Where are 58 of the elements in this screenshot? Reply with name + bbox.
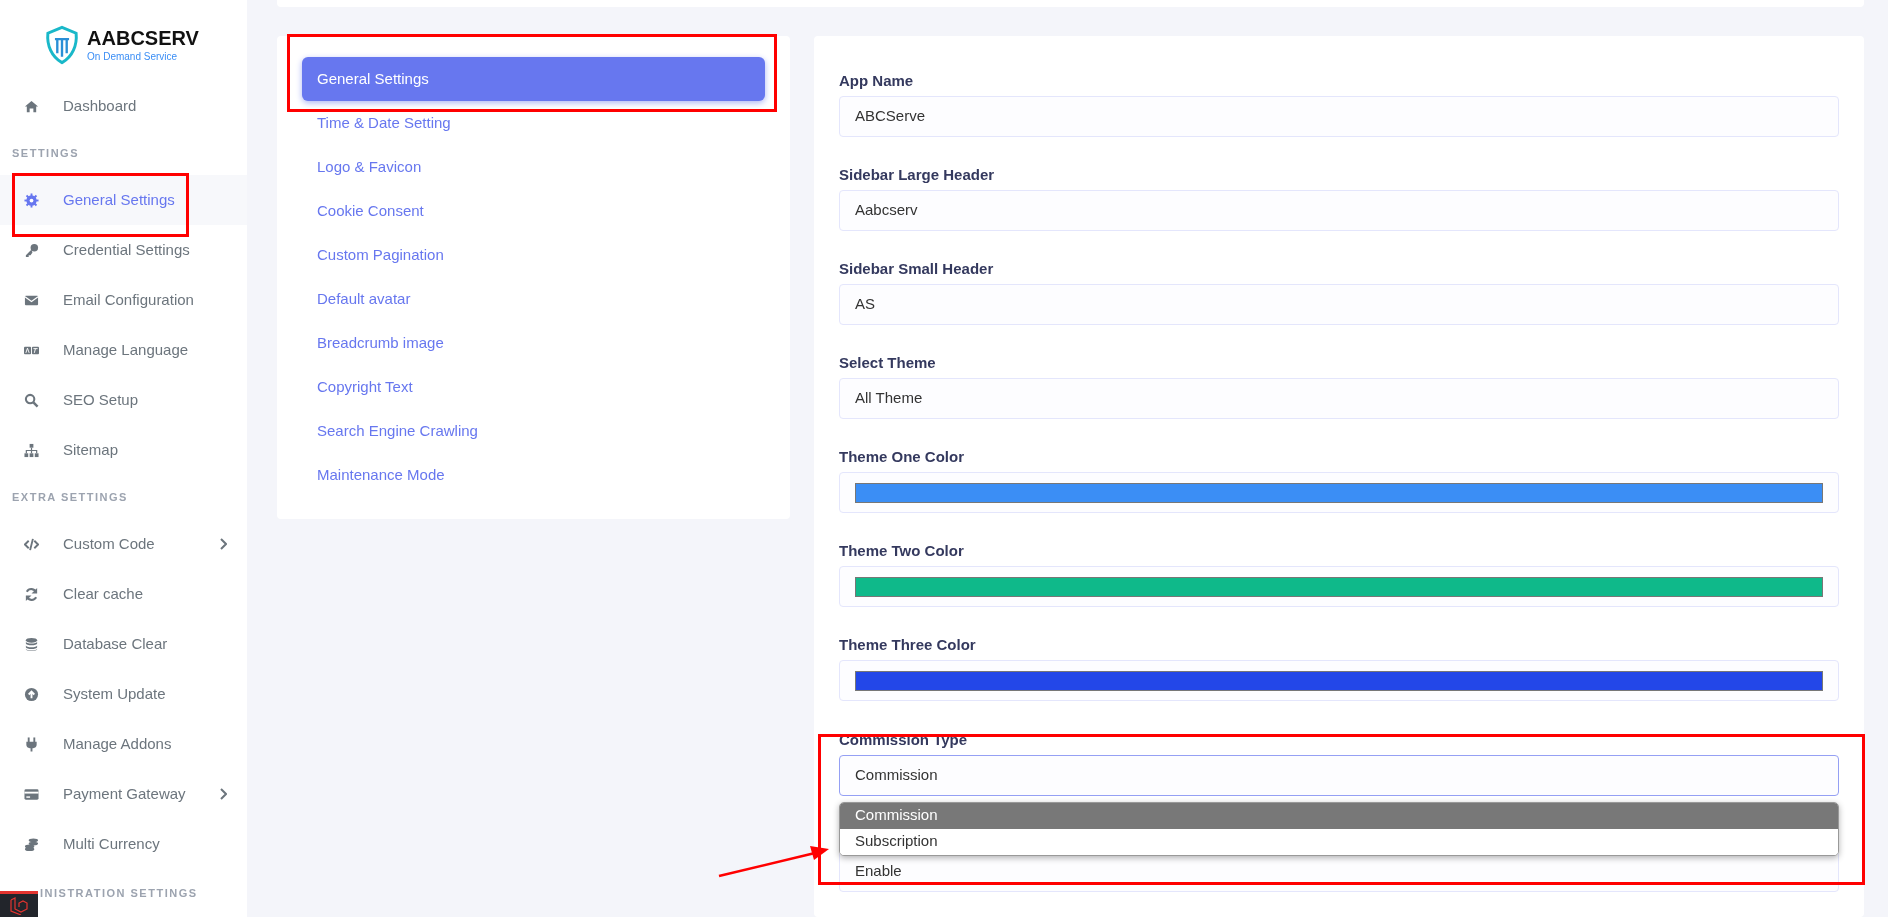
sidebar-item[interactable]: Multi Currency	[0, 819, 247, 869]
sidebar-item[interactable]: Email Configuration	[0, 275, 247, 325]
color-field[interactable]	[839, 566, 1839, 608]
settings-menu-item[interactable]: Default avatar	[302, 277, 765, 321]
sidebar-item[interactable]: SEO Setup	[0, 375, 247, 425]
settings-menu-item[interactable]: Cookie Consent	[302, 189, 765, 233]
coins-icon	[24, 836, 39, 852]
sidebar-item[interactable]: Manage Addons	[0, 719, 247, 769]
settings-menu-item[interactable]: Logo & Favicon	[302, 145, 765, 189]
code-icon	[24, 536, 39, 552]
sidebar-item[interactable]: Sitemap	[0, 425, 247, 475]
sidebar-item[interactable]: System Update	[0, 669, 247, 719]
input-field[interactable]: ABCServe	[839, 96, 1839, 137]
settings-menu-item[interactable]: Maintenance Mode	[302, 453, 765, 497]
field-label: Sidebar Large Header	[839, 165, 996, 185]
input-field[interactable]: Aabcserv	[839, 190, 1839, 232]
field-label: App Name	[839, 71, 915, 90]
sidebar-item[interactable]: Clear cache	[0, 569, 247, 619]
sidebar-item[interactable]: Database Clear	[0, 619, 247, 669]
color-field[interactable]	[839, 660, 1839, 702]
plug-icon	[24, 736, 39, 752]
key-icon	[24, 242, 39, 258]
sidebar-item[interactable]: Credential Settings	[0, 225, 247, 275]
settings-menu-item[interactable]: Search Engine Crawling	[302, 409, 765, 453]
brand-tagline: On Demand Service	[87, 51, 179, 62]
sidebar-item[interactable]: Dashboard	[0, 81, 247, 131]
field-label: Select Theme	[839, 353, 937, 373]
dropdown-option[interactable]: Commission	[840, 802, 1838, 829]
color-field[interactable]	[839, 472, 1839, 514]
search-icon	[24, 392, 39, 408]
upload-circle-icon	[24, 686, 39, 702]
sidebar-item[interactable]: Custom Code	[0, 519, 247, 569]
field-label: Theme One Color	[839, 447, 966, 467]
sitemap-icon	[24, 442, 39, 458]
settings-menu-item[interactable]: Copyright Text	[302, 365, 765, 409]
section-heading: EXTRA SETTINGS	[12, 489, 128, 505]
field-label: Sidebar Small Header	[839, 259, 995, 279]
settings-menu-item[interactable]: Time & Date Setting	[302, 101, 765, 145]
field-label: Theme Two Color	[839, 541, 965, 561]
settings-menu-item[interactable]: Custom Pagination	[302, 233, 765, 277]
section-heading: INISTRATION SETTINGS	[40, 885, 198, 901]
sidebar-item[interactable]: General Settings	[0, 175, 247, 225]
settings-menu-item[interactable]: Breadcrumb image	[302, 321, 765, 365]
home-icon	[24, 98, 39, 114]
database-icon	[24, 636, 39, 652]
input-field[interactable]: AS	[839, 284, 1839, 326]
select-field[interactable]: Commission	[839, 754, 1839, 796]
sidebar-item[interactable]: Manage Language	[0, 325, 247, 375]
input-field[interactable]: All Theme	[839, 378, 1839, 420]
gear-icon	[24, 192, 39, 208]
brand-name: AABCSERV	[87, 27, 199, 48]
refresh-icon	[24, 586, 39, 602]
dropdown-option[interactable]: Subscription	[840, 828, 1838, 855]
field-label: Theme Three Color	[839, 635, 977, 655]
card-icon	[24, 786, 39, 802]
section-heading: SETTINGS	[12, 145, 79, 161]
settings-menu-item[interactable]: General Settings	[302, 57, 765, 101]
sidebar-item[interactable]: Payment Gateway	[0, 769, 247, 819]
